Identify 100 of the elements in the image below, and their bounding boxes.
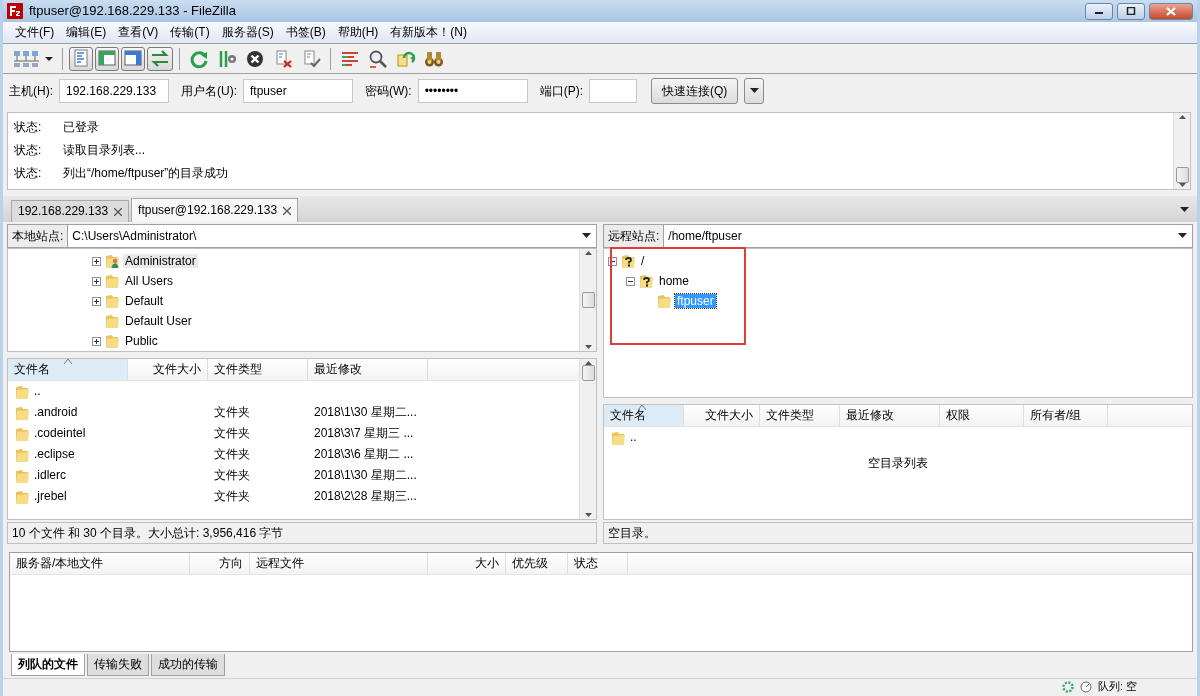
- password-field[interactable]: ••••••••: [417, 79, 528, 103]
- column-header[interactable]: 方向: [190, 553, 250, 574]
- expand-icon[interactable]: [92, 276, 101, 286]
- file-name[interactable]: .eclipse: [34, 447, 75, 462]
- collapse-icon[interactable]: [626, 276, 635, 286]
- maximize-button[interactable]: [1117, 2, 1145, 20]
- empty-message: 空目录列表: [868, 456, 928, 470]
- scroll-down-icon: [584, 345, 592, 349]
- menu-item[interactable]: 查看(V): [112, 23, 165, 42]
- username-field[interactable]: ftpuser: [243, 79, 353, 103]
- column-header[interactable]: 权限: [940, 405, 1024, 426]
- file-name[interactable]: .idlerc: [34, 468, 66, 483]
- queue-tab[interactable]: 成功的传输: [151, 654, 225, 676]
- folder-icon: [104, 333, 120, 349]
- queue-tab[interactable]: 传输失败: [87, 654, 149, 676]
- menu-item[interactable]: 文件(F): [9, 23, 61, 42]
- field-label: 端口(P):: [539, 83, 583, 99]
- queue-tab[interactable]: 列队的文件: [11, 654, 85, 676]
- speed-icon: [1079, 680, 1092, 693]
- file-name[interactable]: ..: [34, 384, 41, 399]
- column-header[interactable]: 优先级: [506, 553, 568, 574]
- tree-item[interactable]: Default User: [123, 313, 194, 329]
- column-header[interactable]: 最近修改: [308, 359, 428, 380]
- menu-item[interactable]: 编辑(E): [60, 23, 113, 42]
- status-text: 10 个文件 和 30 个目录。大小总计: 3,956,416 字节: [12, 525, 284, 541]
- column-header[interactable]: 服务器/本地文件: [10, 553, 190, 574]
- file-date: 2018\3\7 星期三 ...: [314, 426, 414, 441]
- scrollbar[interactable]: [1173, 113, 1190, 189]
- connection-tab[interactable]: 192.168.229.133: [11, 200, 130, 222]
- scroll-thumb[interactable]: [581, 365, 595, 381]
- column-header[interactable]: 文件类型: [208, 359, 308, 380]
- close-icon: [114, 207, 123, 216]
- file-type: 文件夹: [214, 489, 250, 504]
- file-name[interactable]: ..: [630, 430, 637, 445]
- tree-item[interactable]: Administrator: [123, 253, 198, 269]
- file-type: 文件夹: [214, 468, 250, 483]
- column-header[interactable]: 远程文件: [250, 553, 428, 574]
- scroll-up-icon: [584, 251, 592, 255]
- column-header[interactable]: 所有者/组: [1024, 405, 1108, 426]
- collapse-icon[interactable]: [608, 256, 617, 266]
- menu-item[interactable]: 帮助(H): [331, 23, 385, 42]
- field-label: 主机(H):: [9, 83, 53, 99]
- file-name[interactable]: .android: [34, 405, 78, 420]
- remote-tree-icon: [124, 48, 142, 69]
- column-header[interactable]: 文件大小: [684, 405, 760, 426]
- menu-item[interactable]: 有新版本！(N): [384, 23, 473, 42]
- menu-item[interactable]: 书签(B): [279, 23, 332, 42]
- tree-item[interactable]: All Users: [123, 273, 175, 289]
- expand-icon[interactable]: [92, 296, 101, 306]
- file-name[interactable]: .jrebel: [34, 489, 67, 504]
- file-date: 2018\3\6 星期二 ...: [314, 447, 414, 462]
- tab-list-icon: [1180, 206, 1189, 213]
- file-name[interactable]: .codeintel: [34, 426, 86, 441]
- folder-icon: [104, 313, 120, 329]
- column-header[interactable]: 最近修改: [840, 405, 940, 426]
- status-text: 空目录。: [608, 525, 656, 541]
- close-icon: [1166, 6, 1176, 16]
- file-date: 2018\1\30 星期二...: [314, 405, 417, 420]
- menu-item[interactable]: 服务器(S): [215, 23, 280, 42]
- port-field[interactable]: [589, 79, 637, 103]
- user-folder-icon: [104, 253, 120, 269]
- log-label: 状态:: [14, 166, 43, 181]
- log-message: 已登录: [63, 120, 99, 135]
- history-dropdown-button[interactable]: [744, 78, 765, 104]
- file-type: 文件夹: [214, 447, 250, 462]
- scroll-thumb[interactable]: [581, 292, 595, 308]
- local-tree-icon: [98, 48, 116, 69]
- scroll-thumb[interactable]: [1175, 167, 1189, 183]
- close-button[interactable]: [1149, 2, 1193, 20]
- expand-icon[interactable]: [92, 256, 101, 266]
- menu-item[interactable]: 传输(T): [164, 23, 216, 42]
- scrollbar[interactable]: [579, 249, 596, 351]
- tree-item[interactable]: /: [639, 253, 647, 269]
- minimize-button[interactable]: [1085, 2, 1113, 20]
- log-label: 状态:: [14, 143, 43, 158]
- gear-icon: [1061, 680, 1074, 693]
- folder-icon: [104, 273, 120, 289]
- tree-item[interactable]: home: [657, 273, 692, 289]
- transfer-arrows-icon: [150, 48, 170, 69]
- tree-item[interactable]: Public: [123, 333, 160, 349]
- scroll-down-icon: [584, 513, 592, 517]
- unknown-folder-icon: [638, 273, 654, 289]
- folder-icon: [656, 293, 672, 309]
- connection-tab[interactable]: ftpuser@192.168.229.133: [131, 198, 299, 222]
- folder-icon: [14, 467, 30, 484]
- column-header[interactable]: 文件名: [8, 359, 128, 380]
- column-header[interactable]: 文件大小: [128, 359, 208, 380]
- scrollbar[interactable]: [579, 359, 596, 519]
- disconnect-icon: [273, 48, 293, 69]
- column-header[interactable]: 文件类型: [760, 405, 840, 426]
- column-header[interactable]: 大小: [428, 553, 506, 574]
- expand-icon[interactable]: [92, 336, 101, 346]
- column-header[interactable]: 文件名: [604, 405, 684, 426]
- caret-icon: [749, 88, 759, 94]
- file-date: 2018\2\28 星期三...: [314, 489, 417, 504]
- host-field[interactable]: 192.168.229.133: [59, 79, 169, 103]
- tree-item[interactable]: Default: [123, 293, 166, 309]
- quickconnect-button[interactable]: 快速连接(Q): [651, 78, 739, 104]
- window-title: ftpuser@192.168.229.133 - FileZilla: [29, 3, 237, 19]
- column-header[interactable]: 状态: [568, 553, 628, 574]
